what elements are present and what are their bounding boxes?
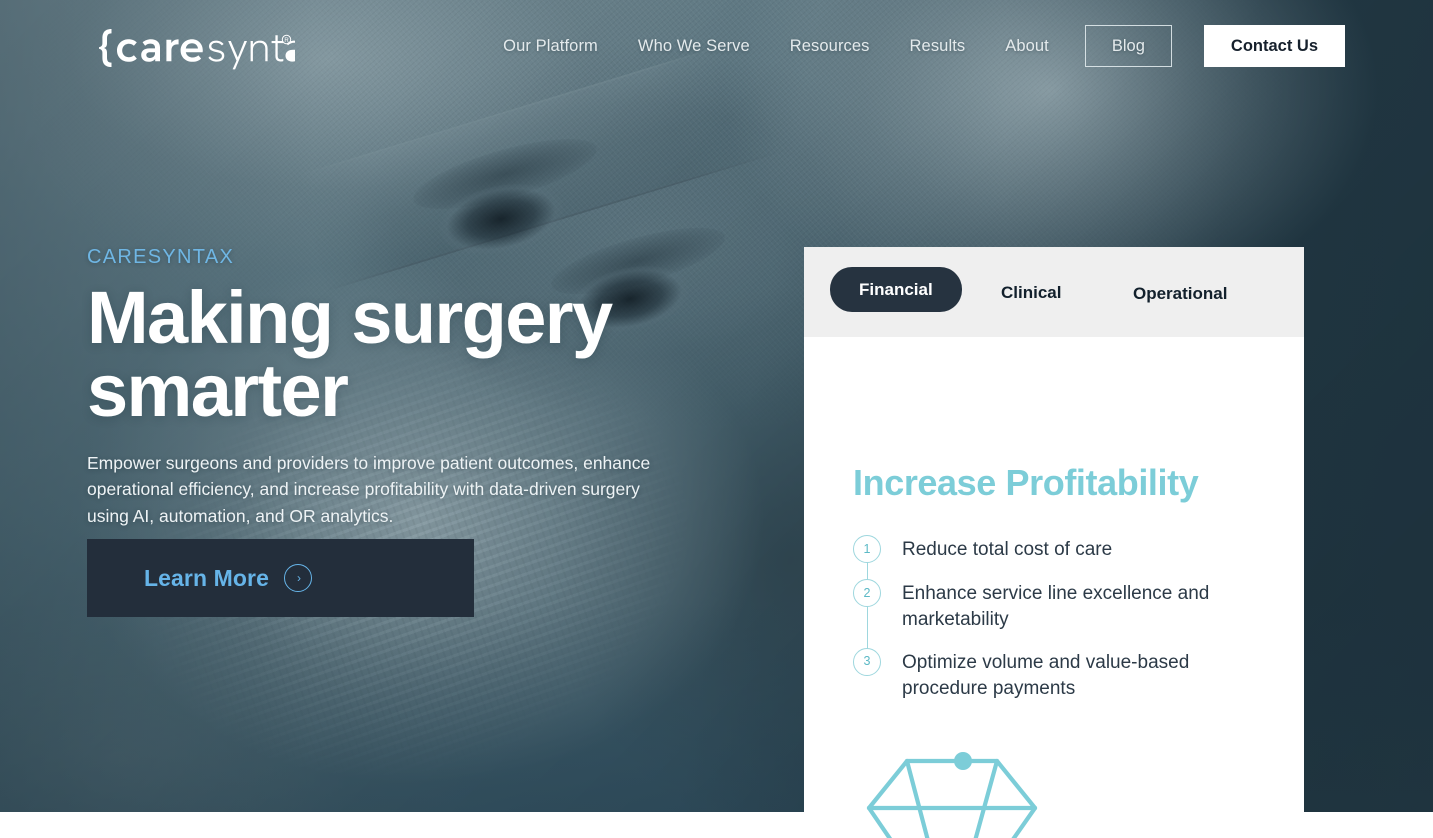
caresyntax-logo[interactable]: R xyxy=(95,26,295,70)
panel-content: Increase Profitability 1 Reduce total co… xyxy=(804,337,1304,838)
main-navigation: Our Platform Who We Serve Resources Resu… xyxy=(483,0,1345,92)
step-text: Enhance service line excellence and mark… xyxy=(902,583,1210,631)
svg-text:R: R xyxy=(284,38,289,44)
nav-link-who-we-serve[interactable]: Who We Serve xyxy=(618,38,770,55)
list-item: 1 Reduce total cost of care xyxy=(853,535,1253,563)
tab-operational[interactable]: Operational xyxy=(1133,285,1227,302)
nav-link-results[interactable]: Results xyxy=(890,38,986,55)
learn-more-label: Learn More xyxy=(144,564,269,591)
step-number-badge: 2 xyxy=(853,579,881,608)
nav-link-resources[interactable]: Resources xyxy=(770,38,890,55)
nav-link-about[interactable]: About xyxy=(985,38,1069,55)
panel-tab-bar: Financial Clinical Operational xyxy=(804,247,1304,337)
learn-more-button[interactable]: Learn More › xyxy=(87,539,474,617)
step-text: Optimize volume and value-based procedur… xyxy=(902,651,1190,699)
panel-heading: Increase Profitability xyxy=(853,462,1199,503)
benefit-list: 1 Reduce total cost of care 2 Enhance se… xyxy=(853,535,1253,702)
page-title: Making surgery smarter xyxy=(87,276,613,433)
step-number-badge: 1 xyxy=(853,535,881,563)
nav-link-our-platform[interactable]: Our Platform xyxy=(483,38,618,55)
contact-us-button[interactable]: Contact Us xyxy=(1203,24,1345,68)
hero-subtitle: Empower surgeons and providers to improv… xyxy=(87,452,651,526)
step-text: Reduce total cost of care xyxy=(902,539,1113,560)
tab-clinical[interactable]: Clinical xyxy=(1001,284,1061,301)
page-root: R Our Platform Who We Serve Resources Re… xyxy=(0,0,1433,838)
blog-button[interactable]: Blog xyxy=(1084,24,1172,68)
step-number-badge: 3 xyxy=(853,647,881,676)
tab-financial[interactable]: Financial xyxy=(830,267,962,312)
chevron-right-circle-icon: › xyxy=(283,564,312,592)
hero-copy-block: CARESYNTAX Making surgery smarter Empowe… xyxy=(87,245,707,529)
benefits-panel: Financial Clinical Operational Increase … xyxy=(804,247,1304,838)
site-header: R Our Platform Who We Serve Resources Re… xyxy=(0,0,1433,92)
list-item: 3 Optimize volume and value-based proced… xyxy=(853,647,1253,702)
list-item: 2 Enhance service line excellence and ma… xyxy=(853,579,1253,633)
hero-eyebrow: CARESYNTAX xyxy=(87,246,235,268)
diamond-gem-icon xyxy=(851,742,1051,838)
